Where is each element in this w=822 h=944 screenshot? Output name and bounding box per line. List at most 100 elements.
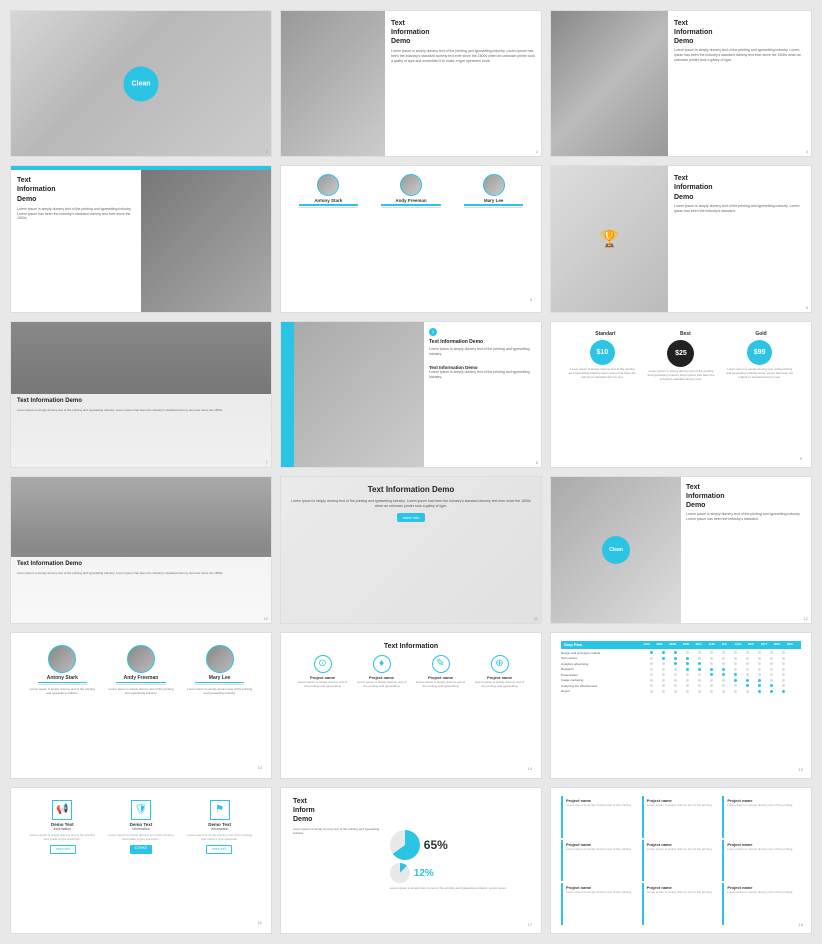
slide-14: Text Information ⊙ Project name Lorem ip… bbox=[280, 632, 542, 779]
more-info-button[interactable]: more info bbox=[397, 513, 426, 522]
slide-content: TextInformationDemo Lorem ipsum is simpl… bbox=[681, 477, 811, 622]
slide-title: TextInformationDemo bbox=[674, 174, 805, 201]
project-desc-1: Lorem ipsum is simply dummy text of the … bbox=[566, 803, 637, 807]
strike-button[interactable]: STRIKE bbox=[130, 845, 153, 854]
plan-name-2: Best bbox=[680, 331, 691, 337]
project-item-6: Project name Lorem ipsum is simply dummy… bbox=[722, 840, 801, 882]
divider bbox=[464, 207, 524, 208]
slide-12: Clean TextInformationDemo Lorem ipsum is… bbox=[550, 476, 812, 623]
slide-16: 📢 Demo Text Information Lorem ipsum is s… bbox=[10, 787, 272, 934]
schedule-row-2: Test content bbox=[561, 656, 801, 660]
slide-number: 9 bbox=[800, 456, 802, 461]
slide-body: Lorem ipsum is simply dummy text of the … bbox=[291, 499, 531, 510]
slide-number: 6 bbox=[806, 305, 808, 310]
month-may: MAY bbox=[696, 642, 707, 647]
row-label: Analyzing the effectiveness bbox=[561, 684, 645, 688]
slide-body: Lorem ipsum is simply dummy text of the … bbox=[674, 48, 805, 63]
slide-7: Text Information Demo Lorem ipsum is sim… bbox=[10, 321, 272, 468]
schedule-row-4: Research bbox=[561, 667, 801, 671]
month-jun: JUN bbox=[709, 642, 720, 647]
slide-image bbox=[294, 322, 424, 467]
schedule-row-5: Presentation bbox=[561, 673, 801, 677]
project-item-3: Project name Lorem ipsum is simply dummy… bbox=[722, 796, 801, 838]
team-member-3: Mary Lee Lorem ipsum is simply dummy tex… bbox=[184, 645, 255, 696]
accent-line bbox=[299, 204, 359, 206]
row-label: Image marketing bbox=[561, 678, 645, 682]
slide-image: Clean bbox=[551, 477, 681, 622]
pie-chart-1 bbox=[390, 830, 420, 860]
member-name-3: Mary Lee bbox=[456, 198, 530, 203]
row-label: Design and prototype module bbox=[561, 651, 645, 655]
project-item-7: Project name Lorem ipsum is simply dummy… bbox=[561, 883, 640, 925]
slide-body: Lorem ipsum is simply dummy text of the … bbox=[17, 408, 265, 412]
slide-number: 15 bbox=[799, 767, 803, 772]
icon-item-3: ✎ Project name Lorem ipsum is simply dum… bbox=[415, 655, 467, 688]
month-dec: DEC bbox=[787, 642, 798, 647]
icons-row: ⊙ Project name Lorem ipsum is simply dum… bbox=[293, 655, 529, 688]
avatar-1 bbox=[48, 645, 76, 673]
month-aug: AUG bbox=[735, 642, 746, 647]
slide-title: Text Information Demo bbox=[17, 398, 265, 406]
slide-8: 1 Text Information Demo Lorem ipsum is s… bbox=[280, 321, 542, 468]
trophy-icon: 🏆 bbox=[600, 229, 620, 249]
row-label: Report bbox=[561, 689, 645, 693]
team-row: Antony Stark Andy Freeman Mary Lee bbox=[287, 174, 535, 208]
slide-body: Lorem ipsum is simply dummy text of the … bbox=[293, 827, 386, 835]
avatar-3 bbox=[483, 174, 505, 196]
plan-name-3: Gold bbox=[755, 331, 766, 337]
divider bbox=[381, 207, 441, 208]
plan-standard: $10 Lorem ipsum is simply dummy text of … bbox=[567, 340, 638, 380]
schedule-row-7: Analyzing the effectiveness bbox=[561, 684, 801, 688]
slide-image bbox=[141, 170, 271, 311]
month-oct: OCT bbox=[761, 642, 772, 647]
member-name-3: Mary Lee bbox=[184, 675, 255, 681]
slide-content: Text Information Demo Lorem ipsum is sim… bbox=[281, 477, 541, 530]
slide-number: 4 bbox=[266, 305, 268, 310]
icon-desc-3: Lorem ipsum is simply dummy text of the … bbox=[415, 680, 467, 688]
slide-2: TextInformationDemo Lorem ipsum is simpl… bbox=[280, 10, 542, 157]
icon-circle-1: ⊙ bbox=[314, 655, 332, 673]
project-desc-5: Lorem ipsum is simply dummy text of the … bbox=[647, 847, 718, 851]
project-desc-9: Lorem ipsum is simply dummy text of the … bbox=[727, 890, 798, 894]
demo-sub-1: Information bbox=[27, 827, 98, 831]
divider bbox=[116, 684, 166, 685]
icon-circle-3: ✎ bbox=[432, 655, 450, 673]
slide-number: 16 bbox=[258, 920, 262, 925]
slide-10: Text Information Demo Lorem ipsum is sim… bbox=[10, 476, 272, 623]
slide-content: TextInformDemo Lorem ipsum is simply dum… bbox=[293, 797, 529, 924]
team-member-2: Andy Freeman bbox=[374, 174, 448, 208]
more-info-button-3[interactable]: more info bbox=[206, 845, 233, 854]
plan-gold: $99 Lorem ipsum is simply dummy text of … bbox=[724, 340, 795, 380]
more-info-button-1[interactable]: more info bbox=[50, 845, 77, 854]
accent-panel bbox=[281, 322, 294, 467]
slide-body: Lorem ipsum is simply dummy text of the … bbox=[391, 49, 535, 64]
slide-content: 1 Text Information Demo Lorem ipsum is s… bbox=[424, 322, 541, 467]
slide-4: TextInformationDemo Lorem ipsum is simpl… bbox=[10, 165, 272, 312]
plan-desc-3: Lorem ipsum is simply dummy text of the … bbox=[724, 367, 795, 380]
project-desc-2: Lorem ipsum is simply dummy text of the … bbox=[647, 803, 718, 807]
member-name-2: Andy Freeman bbox=[106, 675, 177, 681]
slide-number: 5 bbox=[530, 297, 532, 302]
team-member-1: Antony Stark Lorem ipsum is simply dummy… bbox=[27, 645, 98, 696]
slide-title: TextInformationDemo bbox=[674, 19, 805, 46]
schedule-row-6: Image marketing bbox=[561, 678, 801, 682]
slide-5: Antony Stark Andy Freeman Mary Lee bbox=[280, 165, 542, 312]
demo-icon-2: 🛡 Demo Text Information Lorem ipsum is s… bbox=[106, 800, 177, 841]
slide-title: Text Information Demo bbox=[17, 561, 265, 569]
chart-row-2: 12% bbox=[390, 863, 529, 883]
project-item-4: Project name Lorem ipsum is simply dummy… bbox=[561, 840, 640, 882]
slide-3: TextInformationDemo Lorem ipsum is simpl… bbox=[550, 10, 812, 157]
slide-title: Text Information Demo bbox=[291, 485, 531, 495]
plan-desc-1: Lorem ipsum is simply dummy text of the … bbox=[567, 367, 638, 380]
chart-area: 65% 12% Lorem ipsum is simply dummy text… bbox=[390, 797, 529, 924]
slide-number: 10 bbox=[264, 616, 268, 621]
slide-number: 12 bbox=[804, 616, 808, 621]
chart-desc: Lorem ipsum is simply dummy text of the … bbox=[390, 886, 529, 890]
team-member-2: Andy Freeman Lorem ipsum is simply dummy… bbox=[106, 645, 177, 696]
badge-number: 1 bbox=[429, 328, 437, 336]
demo-sub-3: Information bbox=[184, 827, 255, 831]
slide-grid: Clean 1 TextInformationDemo Lorem ipsum … bbox=[10, 10, 812, 934]
member-name-2: Andy Freeman bbox=[374, 198, 448, 203]
plan-desc-2: Lorem ipsum is simply dummy text of the … bbox=[646, 369, 717, 382]
slide-content: TextInformationDemo Lorem ipsum is simpl… bbox=[668, 166, 811, 311]
